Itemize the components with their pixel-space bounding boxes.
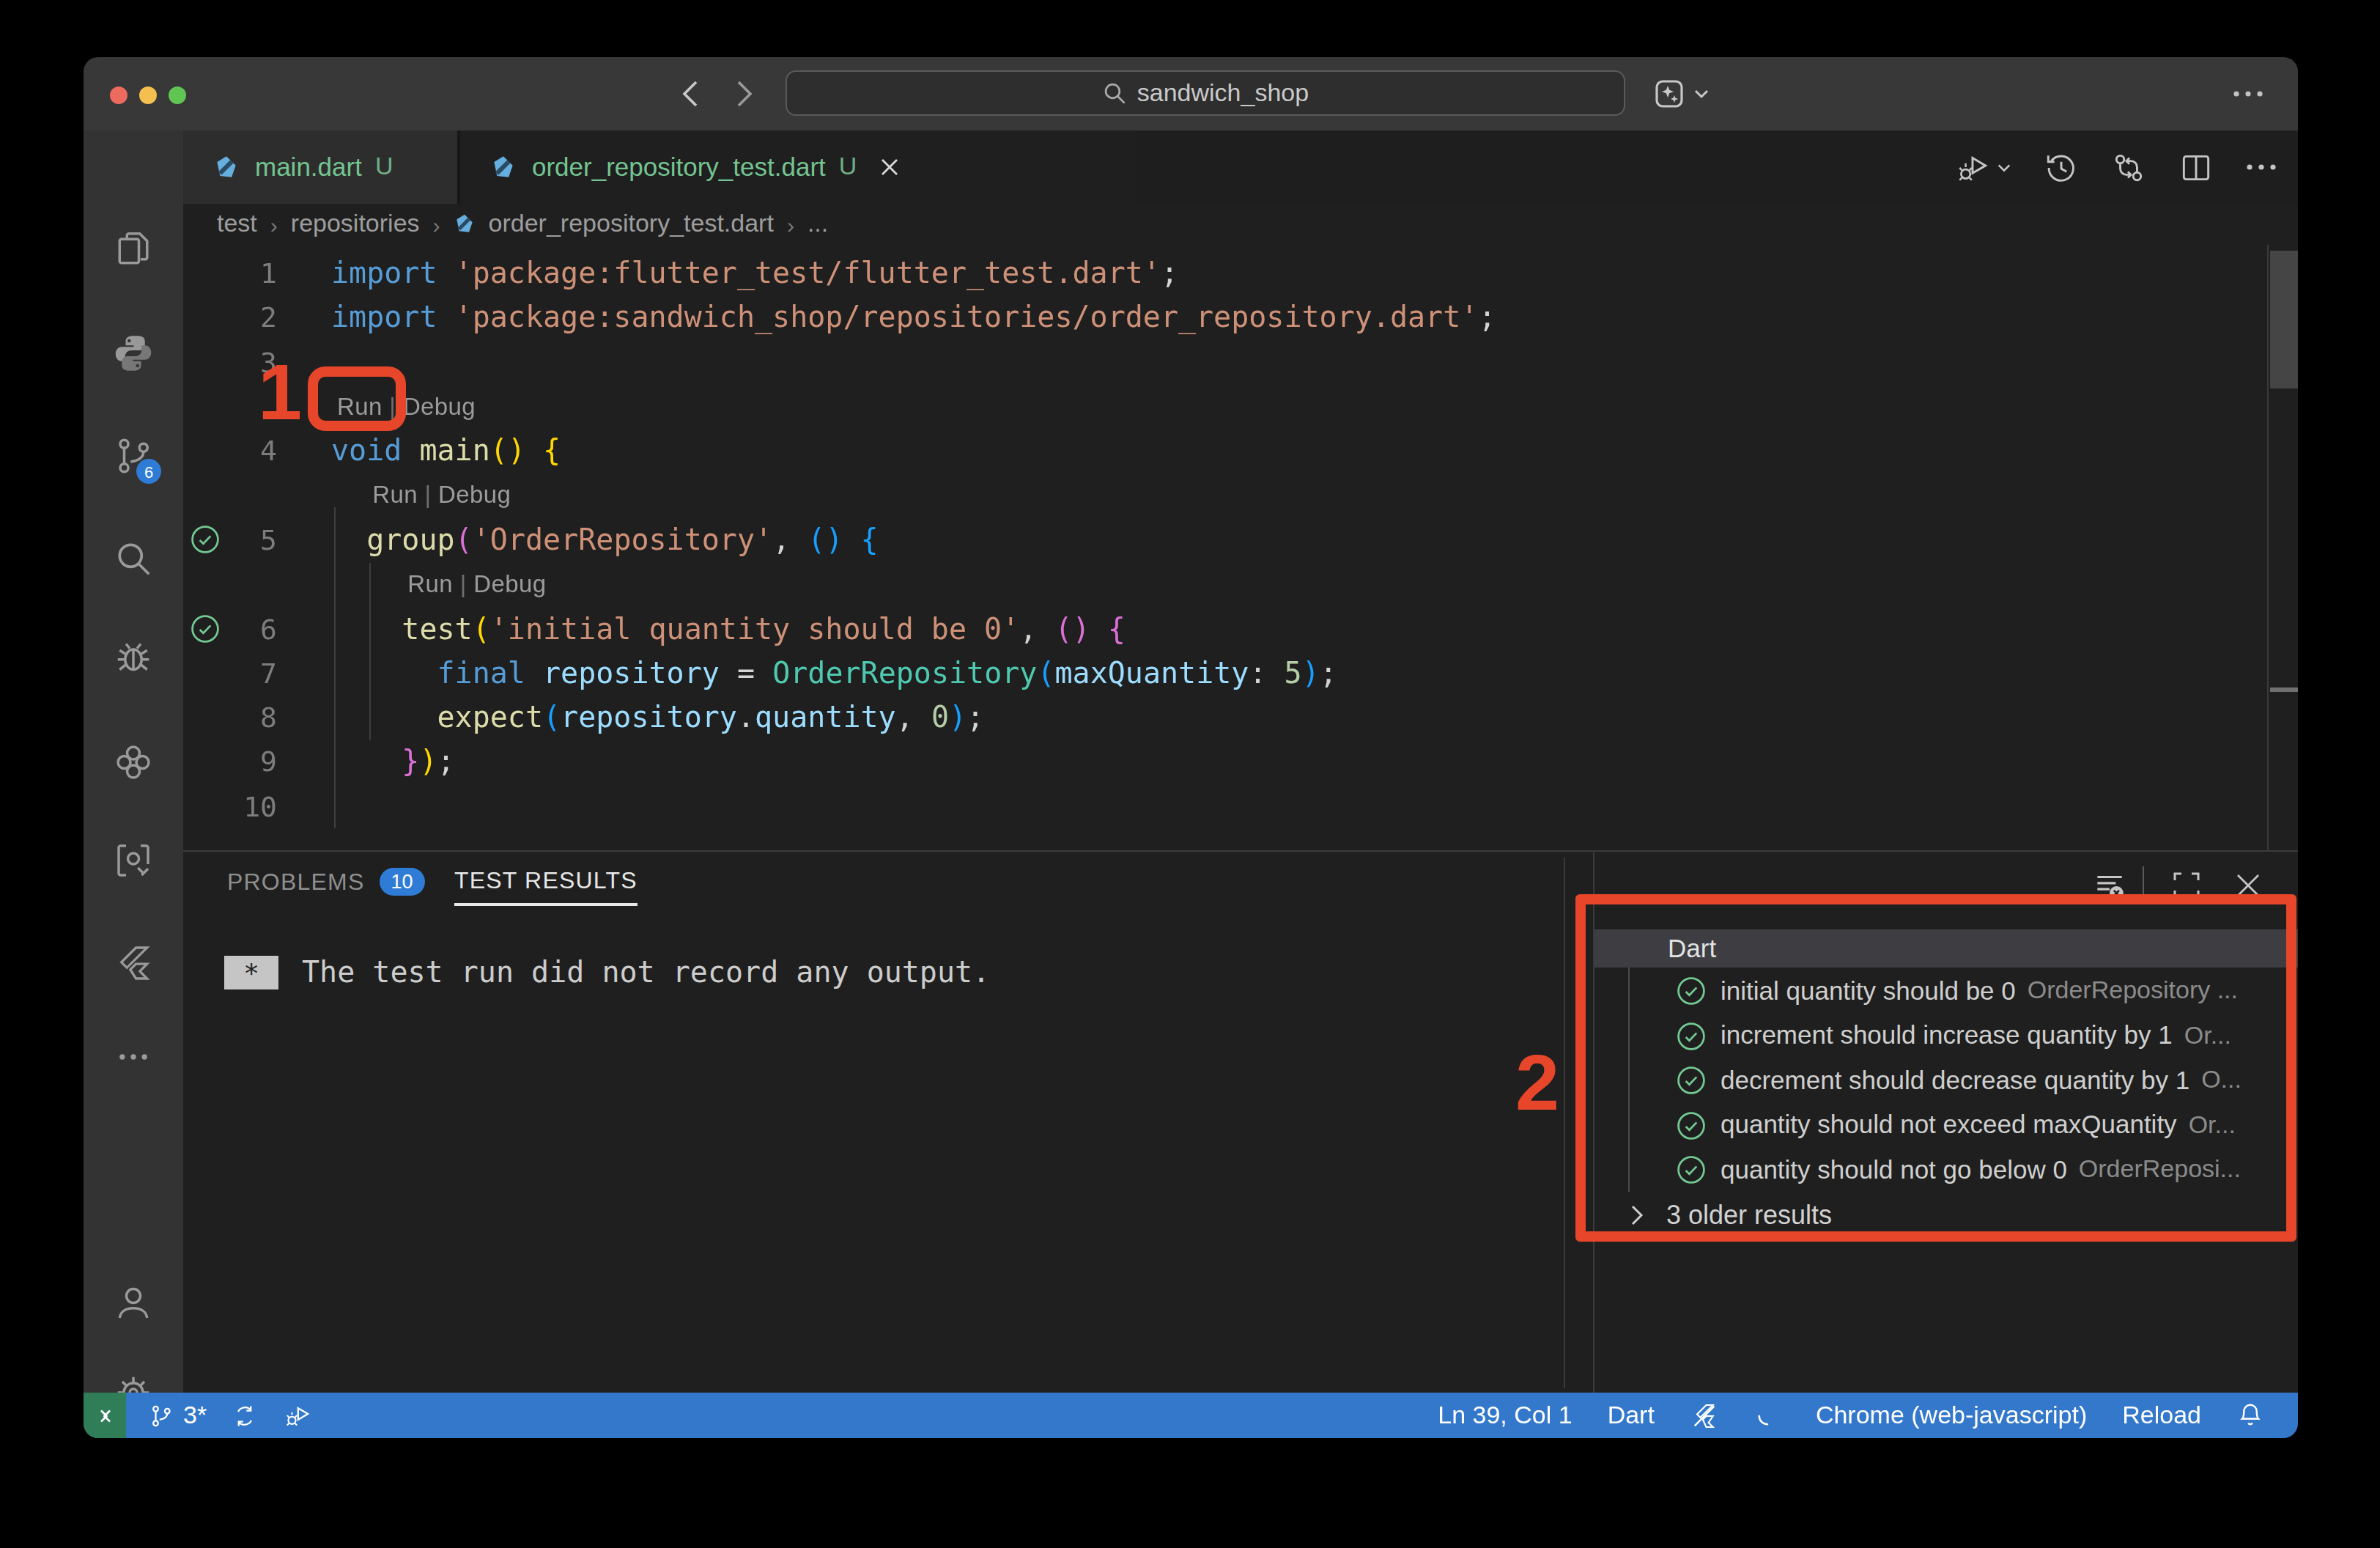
git-branch-status[interactable]: 3* (148, 1401, 207, 1430)
remote-indicator[interactable] (84, 1393, 126, 1438)
close-tab-icon[interactable] (877, 155, 901, 179)
git-branch-icon (148, 1402, 174, 1429)
status-bar: 3* Ln 39, Col 1 Dart Chrome (web-java (84, 1393, 2298, 1438)
forward-icon[interactable] (727, 78, 759, 110)
dart-file-icon (454, 213, 477, 236)
annotation-number-2: 2 (1504, 1050, 1559, 1114)
sync-status[interactable] (232, 1402, 258, 1429)
code-line-9: 9 }); (183, 740, 2298, 784)
annotation-box-2 (1575, 894, 2296, 1242)
screencast-icon[interactable] (104, 831, 163, 890)
reload-button[interactable]: Reload (2122, 1401, 2201, 1430)
run-debug-button[interactable] (1955, 149, 2012, 185)
codelens-debug-link[interactable]: Debug (403, 392, 476, 419)
codelens-row: Run | Debug (183, 384, 2298, 429)
compare-changes-icon[interactable] (2110, 149, 2147, 185)
breadcrumb-repositories[interactable]: repositories (291, 210, 420, 239)
activity-bar: 6 (84, 130, 183, 1393)
annotation-box-1 (308, 366, 406, 431)
explorer-icon[interactable] (104, 220, 163, 279)
tab-main-dart[interactable]: main.dart U (183, 130, 460, 204)
tab-bar: main.dart U order_repository_test.dart U (183, 130, 2298, 204)
tab-order-repository-test-dart[interactable]: order_repository_test.dart U (463, 130, 1136, 204)
loading-spinner-icon (1754, 1402, 1781, 1429)
timeline-icon[interactable] (2043, 149, 2080, 185)
code-line-3: 3 (183, 339, 2298, 384)
tab-problems[interactable]: PROBLEMS 10 (227, 868, 425, 896)
search-value: sandwich_shop (1137, 78, 1309, 108)
flutter-disabled-icon[interactable] (1690, 1401, 1719, 1430)
debug-status[interactable] (283, 1401, 312, 1430)
copilot-button[interactable] (1652, 76, 1710, 111)
back-icon[interactable] (676, 78, 708, 110)
codelens-row: Run | Debug (183, 473, 2298, 517)
modified-badge: U (375, 152, 393, 182)
code-editor[interactable]: 1import 'package:flutter_test/flutter_te… (183, 245, 2298, 850)
code-line-1: 1import 'package:flutter_test/flutter_te… (183, 251, 2298, 295)
debug-icon[interactable] (104, 627, 163, 686)
code-line-5: 5 group('OrderRepository', () { (183, 517, 2298, 562)
codelens-debug-link[interactable]: Debug (438, 481, 511, 507)
code-line-10: 10 (183, 784, 2298, 828)
problems-badge: 10 (379, 868, 424, 896)
title-bar: sandwich_shop (84, 57, 2298, 130)
output-asterisk: * (224, 955, 278, 989)
breadcrumb-test[interactable]: test (217, 210, 257, 239)
minimize-traffic-light[interactable] (139, 86, 157, 104)
test-pass-icon[interactable] (189, 523, 221, 556)
dart-file-icon (212, 153, 240, 181)
code-line-4: 4void main() { (183, 428, 2298, 473)
code-line-2: 2import 'package:sandwich_shop/repositor… (183, 295, 2298, 340)
chevron-down-icon (1693, 85, 1710, 103)
device-selector[interactable]: Chrome (web-javascript) (1816, 1401, 2087, 1430)
code-line-7: 7 final repository = OrderRepository(max… (183, 650, 2298, 695)
breadcrumb-file[interactable]: order_repository_test.dart (489, 210, 774, 239)
breadcrumb-more[interactable]: ... (808, 210, 828, 239)
python-icon[interactable] (104, 324, 163, 383)
chevron-down-icon (1996, 159, 2012, 175)
source-control-icon[interactable]: 6 (104, 427, 163, 485)
dart-file-icon (489, 153, 517, 181)
annotation-number-1: 1 (246, 356, 302, 427)
codelens-debug-link[interactable]: Debug (473, 570, 546, 596)
language-mode[interactable]: Dart (1608, 1401, 1655, 1430)
screen: sandwich_shop 6 (0, 0, 2380, 1548)
titlebar-more-icon[interactable] (2232, 86, 2264, 101)
search-input[interactable]: sandwich_shop (786, 70, 1625, 116)
tab-test-results[interactable]: TEST RESULTS (454, 868, 638, 906)
close-traffic-light[interactable] (110, 86, 128, 104)
notifications-bell-icon[interactable] (2236, 1401, 2264, 1429)
sync-icon (232, 1402, 258, 1429)
search-sidebar-icon[interactable] (104, 529, 163, 588)
test-pass-icon[interactable] (189, 612, 221, 644)
modified-badge: U (839, 152, 857, 182)
extensions-icon[interactable] (104, 733, 163, 792)
code-line-8: 8 expect(repository.quantity, 0); (183, 695, 2298, 740)
search-icon (1102, 81, 1127, 106)
test-output-line: * The test run did not record any output… (224, 954, 990, 989)
codelens-run-link[interactable]: Run (407, 570, 453, 596)
codelens-row: Run | Debug (183, 561, 2298, 606)
flutter-icon[interactable] (104, 934, 163, 992)
accounts-icon[interactable] (104, 1274, 163, 1333)
cursor-position[interactable]: Ln 39, Col 1 (1438, 1401, 1572, 1430)
code-line-6: 6 test('initial quantity should be 0', (… (183, 606, 2298, 651)
maximize-traffic-light[interactable] (169, 86, 186, 104)
scrollbar-thumb[interactable] (2270, 251, 2298, 388)
codelens-run-link[interactable]: Run (372, 481, 418, 507)
more-views-icon[interactable] (104, 1028, 163, 1086)
editor-more-icon[interactable] (2245, 160, 2277, 174)
debug-play-icon (283, 1401, 312, 1430)
scm-badge: 6 (136, 459, 161, 484)
breadcrumb: test › repositories › order_repository_t… (183, 204, 2298, 245)
split-editor-icon[interactable] (2178, 149, 2214, 185)
